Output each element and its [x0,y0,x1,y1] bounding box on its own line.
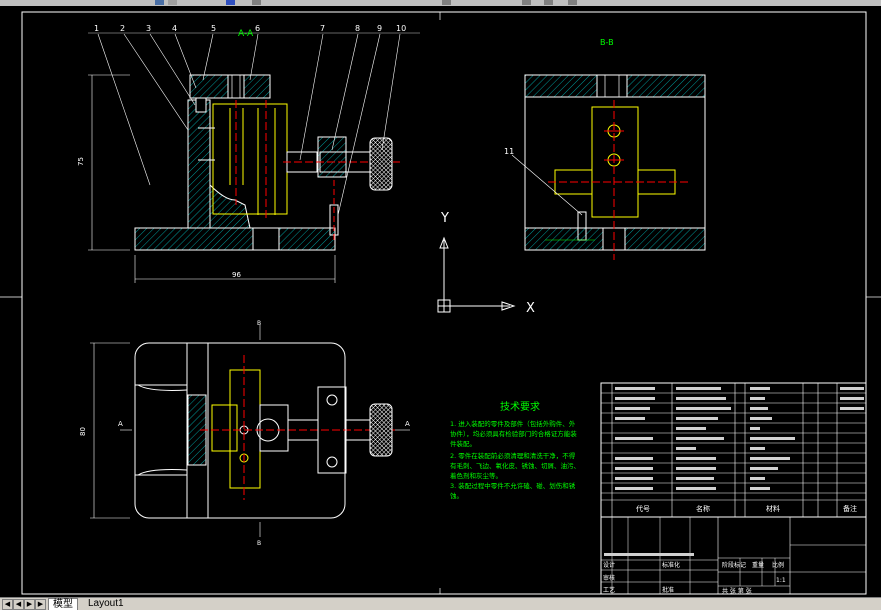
tb-stage: 阶段标记 [722,561,746,569]
tb-ratio: 比例 [772,561,784,569]
balloon-8: 8 [355,24,360,33]
tb-process: 工艺 [603,586,615,594]
tb-scale: 1:1 [776,577,786,584]
dim-height: 75 [77,157,85,166]
tech-line: 着色剂和灰尘等。 [450,471,502,480]
drawing-canvas[interactable]: 1 2 3 4 5 6 7 8 9 10 A-A 75 96 B-B 11 Y … [0,0,881,597]
col-remark: 备注 [843,504,857,513]
parts-list: 代号 名称 材料 备注 [600,382,867,518]
balloon-9: 9 [377,24,382,33]
section-aa-label: A-A [238,29,254,39]
tb-check: 审核 [603,574,615,582]
tech-line: 件装配。 [450,439,476,448]
drawing-frame [0,11,881,595]
balloon-7: 7 [320,24,325,33]
toolbar-strip [0,0,881,6]
section-bb-title: B-B [600,38,614,47]
toolbar-icon[interactable] [252,0,261,5]
ucs-icon: Y X [437,211,535,316]
top-view [90,325,410,537]
ucs-y-label: Y [440,211,449,226]
balloon-11: 11 [504,147,514,156]
balloon-10: 10 [396,24,406,33]
balloon-3: 3 [146,24,151,33]
toolbar-icon[interactable] [155,0,164,5]
balloon-5: 5 [211,24,216,33]
dim-side: 80 [79,427,87,436]
balloon-1: 1 [94,24,99,33]
next-tab-icon[interactable]: ▶ [24,599,35,610]
tb-approve: 批准 [662,586,674,594]
front-view [88,32,420,283]
technical-requirements: 技术要求 1. 进入装配的零件及部件（包括外购件、外 协件），均必须具有检验部门… [450,400,580,500]
section-mark-a-left: A [118,420,123,428]
section-mark-a-right: A [405,420,410,428]
ucs-x-label: X [526,301,535,316]
last-tab-icon[interactable]: ▶ [35,599,46,610]
toolbar-icon[interactable] [522,0,531,5]
balloon-6: 6 [255,24,260,33]
col-code: 代号 [636,504,650,513]
side-view-bb [511,74,706,260]
section-mark-b-bottom: B [257,540,261,547]
tb-weight: 重量 [752,561,764,569]
col-name: 名称 [696,504,710,513]
col-material: 材料 [766,504,780,513]
toolbar-icon[interactable] [226,0,235,5]
tab-layout1[interactable]: Layout1 [84,598,128,609]
toolbar-icon[interactable] [168,0,177,5]
tech-line: 1. 进入装配的零件及部件（包括外购件、外 [450,419,576,428]
tech-line: 蚀。 [450,491,463,500]
tech-line: 2. 零件在装配前必须清理和清洗干净，不得 [450,451,576,460]
tb-standard: 标准化 [662,561,680,569]
tb-sheets: 共 张 第 张 [722,587,752,595]
tech-line: 协件），均必须具有检验部门的合格证方能装 [450,429,577,438]
layout-tab-bar: ◀ ◀ ▶ ▶ 模型 Layout1 [0,597,881,610]
tb-drawn: 设计 [603,561,615,569]
balloon-2: 2 [120,24,125,33]
tech-line: 3. 装配过程中零件不允许磕、碰、划伤和锈 [450,481,576,490]
tab-model[interactable]: 模型 [48,598,78,610]
tech-line: 有毛刺、飞边、氧化皮、锈蚀、切屑、油污、 [450,461,580,470]
dim-width: 96 [232,271,241,279]
title-block: 设计 标准化 审核 工艺 批准 阶段标记 重量 比例 1:1 共 张 第 张 [600,516,867,595]
toolbar-icon[interactable] [544,0,553,5]
section-mark-b-top: B [257,320,261,327]
toolbar-icon[interactable] [568,0,577,5]
toolbar-icon[interactable] [442,0,451,5]
cad-drawing: 1 2 3 4 5 6 7 8 9 10 A-A 75 96 B-B 11 Y … [0,0,881,595]
prev-tab-icon[interactable]: ◀ [13,599,24,610]
tech-title: 技术要求 [500,400,540,413]
balloon-4: 4 [172,24,177,33]
first-tab-icon[interactable]: ◀ [2,599,13,610]
